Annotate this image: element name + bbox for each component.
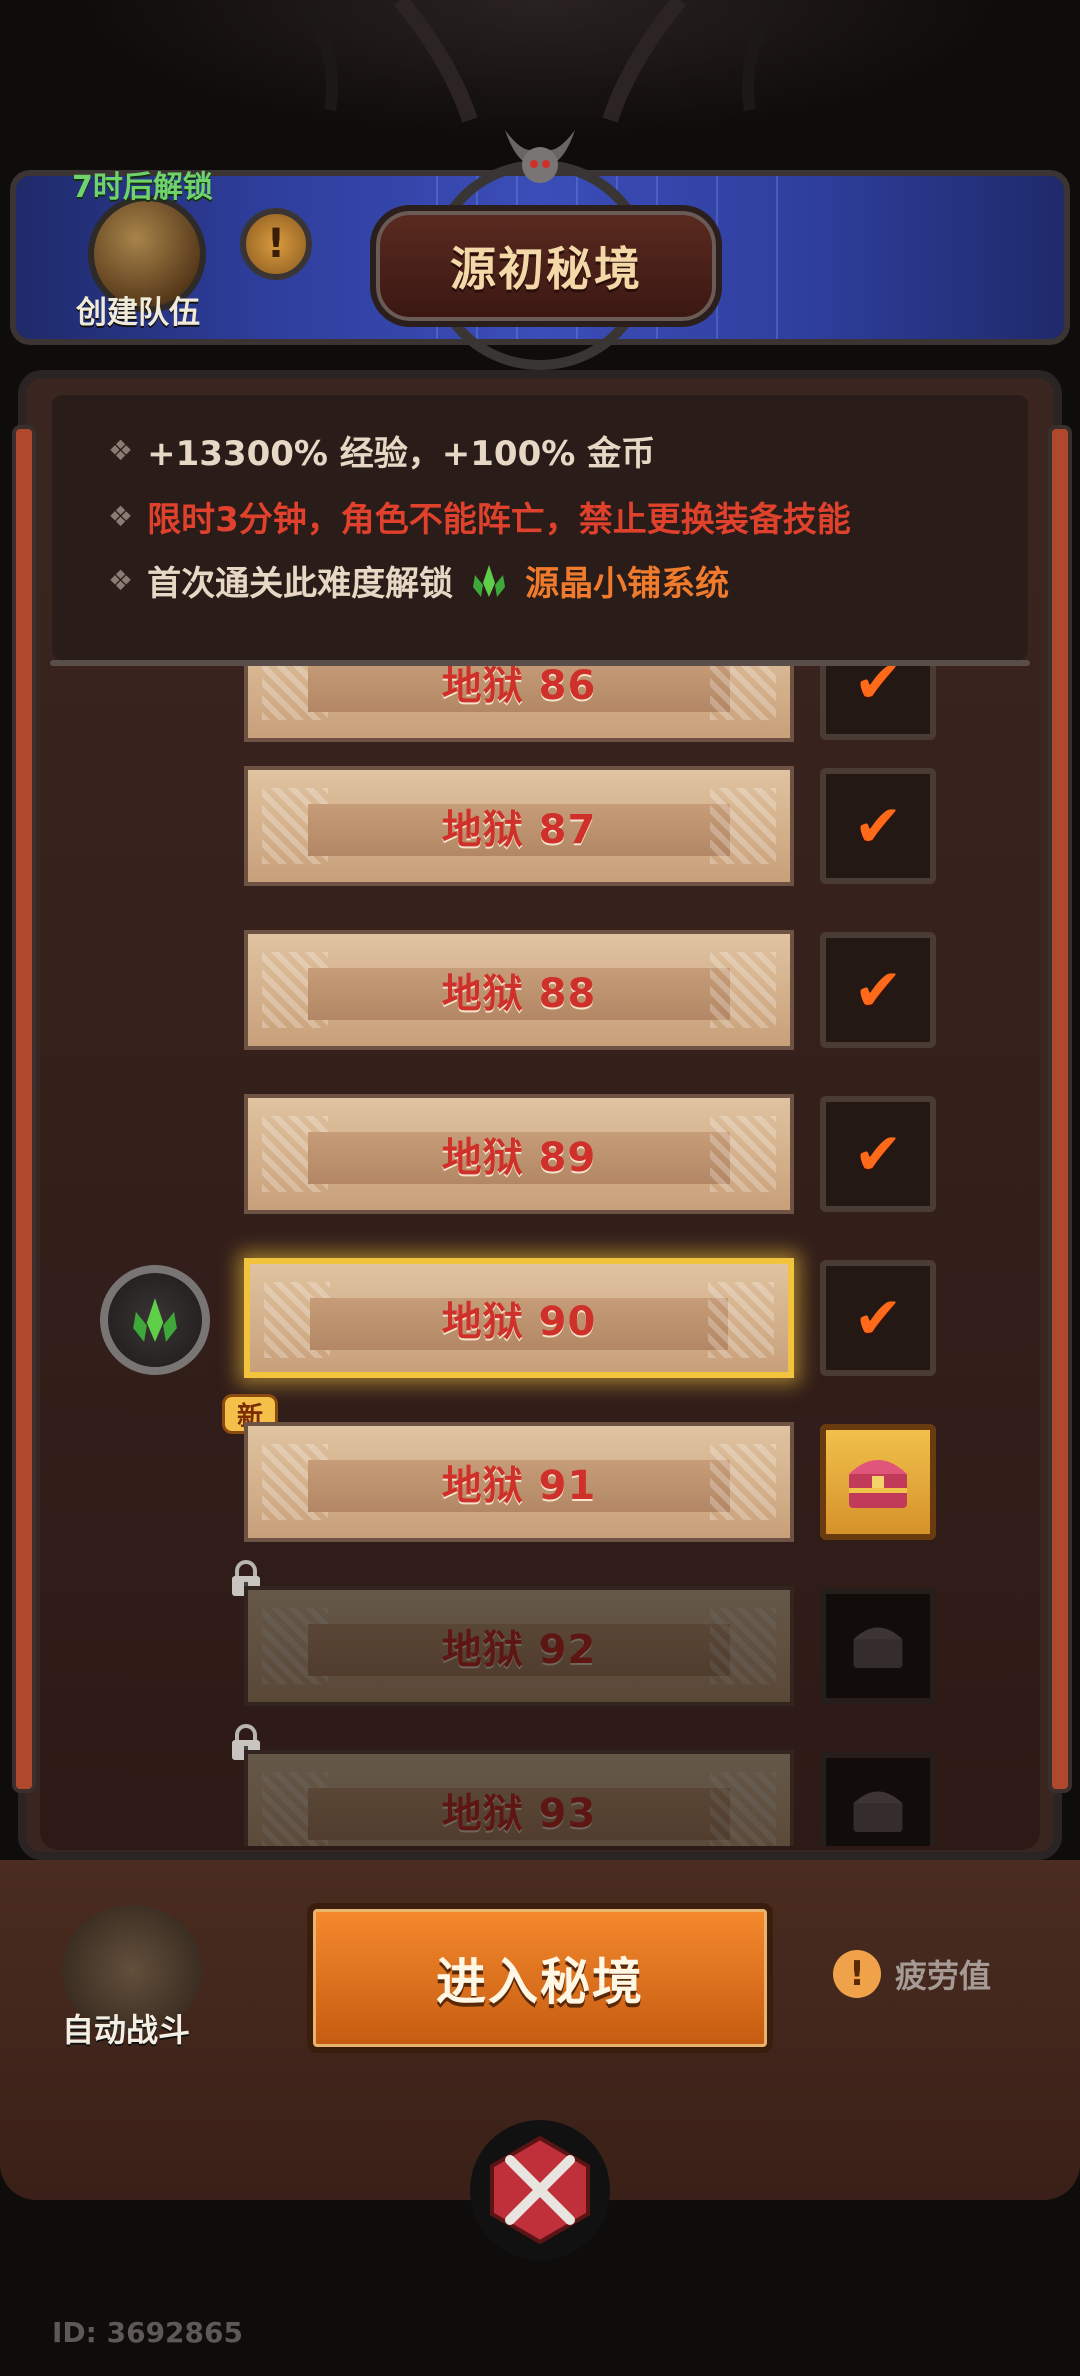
shop-system-name: 源晶小铺系统 <box>525 564 730 604</box>
level-row-86[interactable]: 地狱 86 ✔ <box>60 666 1020 752</box>
level-row-93[interactable]: 地狱 93 <box>60 1724 1020 1846</box>
create-team-label[interactable]: 创建队伍 <box>76 287 200 332</box>
level-list[interactable]: 地狱 86 ✔ 地狱 87 ✔ 地狱 88 ✔ 地狱 89 ✔ 地狱 90 ✔ … <box>60 666 1020 1846</box>
level-row-89[interactable]: 地狱 89 ✔ <box>60 1094 1020 1224</box>
skull-crest-icon <box>505 130 575 183</box>
info-button[interactable]: ! <box>240 208 312 280</box>
fatigue-label: 疲劳值 <box>895 1957 992 1995</box>
rule-restriction: ❖ 限时3分钟，角色不能阵亡，禁止更换装备技能 <box>108 492 851 541</box>
reward-chest-claimed[interactable]: ✔ <box>820 932 936 1048</box>
title-plaque: 源初秘境 <box>370 205 722 327</box>
check-icon: ✔ <box>853 1284 903 1352</box>
level-row-92[interactable]: 地狱 92 <box>60 1560 1020 1716</box>
reward-chest-locked[interactable] <box>820 1588 936 1704</box>
level-name: 地狱 93 <box>441 1791 597 1837</box>
level-plate[interactable]: 地狱 89 <box>244 1094 794 1214</box>
check-icon: ✔ <box>853 666 903 716</box>
reward-chest-claimed[interactable]: ✔ <box>820 1096 936 1212</box>
treasure-chest-icon <box>853 1627 903 1668</box>
level-plate-locked[interactable]: 地狱 93 <box>244 1750 794 1846</box>
auto-battle-label[interactable]: 自动战斗 <box>62 2005 190 2051</box>
reward-chest-locked[interactable] <box>820 1752 936 1846</box>
level-plate-locked[interactable]: 地狱 92 <box>244 1586 794 1706</box>
reward-chest-claimed[interactable]: ✔ <box>820 1260 936 1376</box>
close-button[interactable] <box>470 2120 610 2260</box>
enter-dungeon-label: 进入秘境 <box>436 1953 644 2011</box>
left-rail <box>12 425 36 1793</box>
level-plate-selected[interactable]: 地狱 90 <box>244 1258 794 1378</box>
reward-chest-available[interactable] <box>820 1424 936 1540</box>
level-name: 地狱 90 <box>441 1299 597 1345</box>
rule-restriction-text: 限时3分钟，角色不能阵亡，禁止更换装备技能 <box>147 500 851 540</box>
level-name: 地狱 88 <box>441 971 597 1017</box>
level-plate[interactable]: 地狱 87 <box>244 766 794 886</box>
level-name: 地狱 91 <box>441 1463 597 1509</box>
right-rail <box>1048 425 1072 1793</box>
level-name: 地狱 89 <box>441 1135 597 1181</box>
exclamation-icon: ! <box>266 221 286 267</box>
level-row-87[interactable]: 地狱 87 ✔ <box>60 766 1020 896</box>
diamond-bullet-icon: ❖ <box>108 564 134 597</box>
page-title: 源初秘境 <box>450 242 642 296</box>
unlock-timer: 7时后解锁 <box>72 170 213 205</box>
level-name: 地狱 86 <box>441 666 597 709</box>
level-plate[interactable]: 地狱 88 <box>244 930 794 1050</box>
level-plate[interactable]: 地狱 86 <box>244 666 794 742</box>
level-name: 地狱 92 <box>441 1627 597 1673</box>
treasure-chest-icon <box>853 1791 903 1832</box>
reward-chest-claimed[interactable]: ✔ <box>820 768 936 884</box>
current-progress-marker <box>100 1265 210 1375</box>
exclamation-icon: ! <box>833 1950 881 1998</box>
enter-dungeon-button[interactable]: 进入秘境 <box>307 1903 773 2053</box>
fatigue-indicator[interactable]: ! 疲劳值 <box>833 1950 991 1998</box>
check-icon: ✔ <box>853 956 903 1024</box>
reward-chest-claimed[interactable]: ✔ <box>820 666 936 740</box>
rule-unlock: ❖ 首次通关此难度解锁 源晶小铺系统 <box>108 556 729 605</box>
level-name: 地狱 87 <box>441 807 597 853</box>
treasure-chest-icon <box>849 1460 907 1508</box>
crossed-swords-close-icon <box>490 2135 590 2245</box>
check-icon: ✔ <box>853 792 903 860</box>
level-row-88[interactable]: 地狱 88 ✔ <box>60 930 1020 1060</box>
crystal-icon <box>133 1298 177 1342</box>
diamond-bullet-icon: ❖ <box>108 500 134 533</box>
rule-unlock-text: 首次通关此难度解锁 <box>147 564 454 604</box>
check-icon: ✔ <box>853 1120 903 1188</box>
diamond-bullet-icon: ❖ <box>108 434 134 467</box>
crystal-icon <box>473 564 506 597</box>
level-plate[interactable]: 地狱 91 <box>244 1422 794 1542</box>
level-row-91[interactable]: 新 地狱 91 <box>60 1394 1020 1552</box>
rule-reward-text: +13300% 经验，+100% 金币 <box>147 434 656 474</box>
user-id: ID: 3692865 <box>52 2316 243 2349</box>
rule-reward: ❖ +13300% 经验，+100% 金币 <box>108 426 655 475</box>
